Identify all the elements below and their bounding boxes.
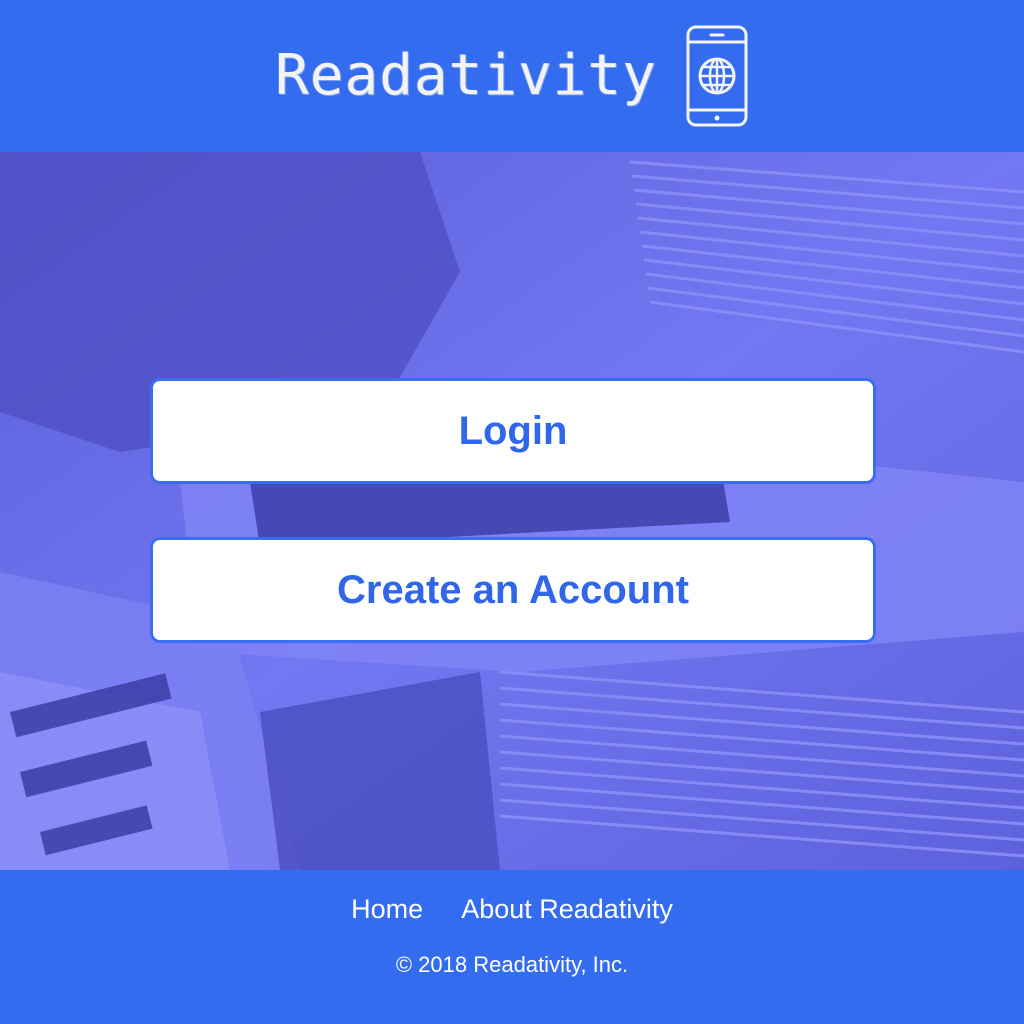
brand[interactable]: Readativity: [275, 24, 749, 128]
footer-link-home[interactable]: Home: [351, 894, 423, 925]
site-footer: Home About Readativity © 2018 Readativit…: [0, 870, 1024, 1024]
newspaper-background-image: [0, 152, 1024, 870]
mobile-phone-globe-icon: [686, 25, 748, 127]
footer-link-about[interactable]: About Readativity: [461, 894, 673, 925]
copyright-text: © 2018 Readativity, Inc.: [395, 952, 629, 977]
site-title: Readativity: [275, 43, 657, 108]
create-account-button[interactable]: Create an Account: [150, 537, 876, 643]
footer-nav: Home About Readativity: [0, 894, 1024, 925]
hero-section: Login Create an Account: [0, 152, 1024, 870]
login-button[interactable]: Login: [150, 378, 876, 484]
site-header: Readativity: [0, 0, 1024, 152]
